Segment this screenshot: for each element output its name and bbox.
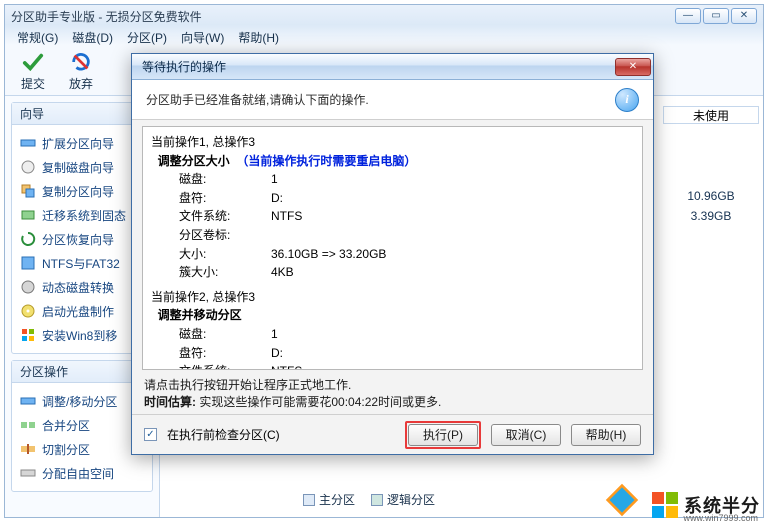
refresh-cancel-icon [70,51,92,73]
exec-button-highlight: 执行(P) [405,421,481,449]
wizard-panel-title: 向导 [20,105,44,122]
wizard-item-install-win8[interactable]: 安装Win8到移 [14,323,150,347]
window-title: 分区助手专业版 - 无损分区免费软件 [11,8,675,25]
checkmark-icon [22,51,44,73]
menu-disk[interactable]: 磁盘(D) [66,27,119,48]
dialog-titlebar: 等待执行的操作 ✕ [132,54,653,80]
commit-button[interactable]: 提交 [9,49,57,93]
op-split[interactable]: 切割分区 [14,437,150,461]
unused-value: 3.39GB [663,208,759,228]
time-label: 时间估算: [144,395,196,409]
dialog-close-button[interactable]: ✕ [615,58,651,76]
wizard-item-dynamic-disk[interactable]: 动态磁盘转换 [14,275,150,299]
menu-wizard[interactable]: 向导(W) [175,27,230,48]
menu-help[interactable]: 帮助(H) [232,27,285,48]
check-before-exec-label[interactable]: 在执行前检查分区(C) [167,426,280,443]
legend-swatch-primary [303,494,315,506]
time-text: 实现这些操作可能需要花00:04:22时间或更多. [199,395,441,409]
cancel-button[interactable]: 取消(C) [491,424,561,446]
menubar: 常规(G) 磁盘(D) 分区(P) 向导(W) 帮助(H) [5,27,763,47]
menu-general[interactable]: 常规(G) [11,27,64,48]
info-icon: i [615,88,639,112]
wizard-item-copy-disk[interactable]: 复制磁盘向导 [14,155,150,179]
help-button[interactable]: 帮助(H) [571,424,641,446]
execute-button[interactable]: 执行(P) [408,424,478,446]
close-button[interactable]: ✕ [731,8,757,24]
ops-panel-title: 分区操作 [20,363,68,380]
operations-listbox[interactable]: 当前操作1, 总操作3 调整分区大小 （当前操作执行时需要重启电脑） 磁盘:1 … [142,126,643,370]
wizard-item-extend[interactable]: 扩展分区向导 [14,131,150,155]
wizard-item-copy-part[interactable]: 复制分区向导 [14,179,150,203]
legend-swatch-logical [371,494,383,506]
main-titlebar: 分区助手专业版 - 无损分区免费软件 — ▭ ✕ [5,5,763,27]
dialog-title: 等待执行的操作 [142,58,615,75]
column-header-unused: 未使用 [663,106,759,124]
check-before-exec-checkbox[interactable]: ✓ [144,428,157,441]
wizard-item-boot-cd[interactable]: 启动光盘制作 [14,299,150,323]
op-resize-move[interactable]: 调整/移动分区 [14,389,150,413]
maximize-button[interactable]: ▭ [703,8,729,24]
wizard-item-migrate-ssd[interactable]: 迁移系统到固态 [14,203,150,227]
dialog-info-text: 分区助手已经准备就绪,请确认下面的操作. [146,91,615,108]
minimize-button[interactable]: — [675,8,701,24]
app-logo-icon [604,482,640,518]
op-merge[interactable]: 合并分区 [14,413,150,437]
unused-value: 10.96GB [663,188,759,208]
wizard-item-ntfs-fat32[interactable]: NTFS与FAT32 [14,251,150,275]
pending-ops-dialog: 等待执行的操作 ✕ 分区助手已经准备就绪,请确认下面的操作. i 当前操作1, … [131,53,654,455]
discard-button[interactable]: 放弃 [57,49,105,93]
windows-logo-icon [652,492,678,518]
op-allocate-free[interactable]: 分配自由空间 [14,461,150,485]
wizard-item-recover[interactable]: 分区恢复向导 [14,227,150,251]
legend: 主分区 逻辑分区 [303,489,435,509]
op2-header: 当前操作2, 总操作3 [151,288,634,307]
menu-partition[interactable]: 分区(P) [121,27,173,48]
op1-header: 当前操作1, 总操作3 [151,133,634,152]
exec-hint: 请点击执行按钮开始让程序正式地工作. [144,376,643,393]
